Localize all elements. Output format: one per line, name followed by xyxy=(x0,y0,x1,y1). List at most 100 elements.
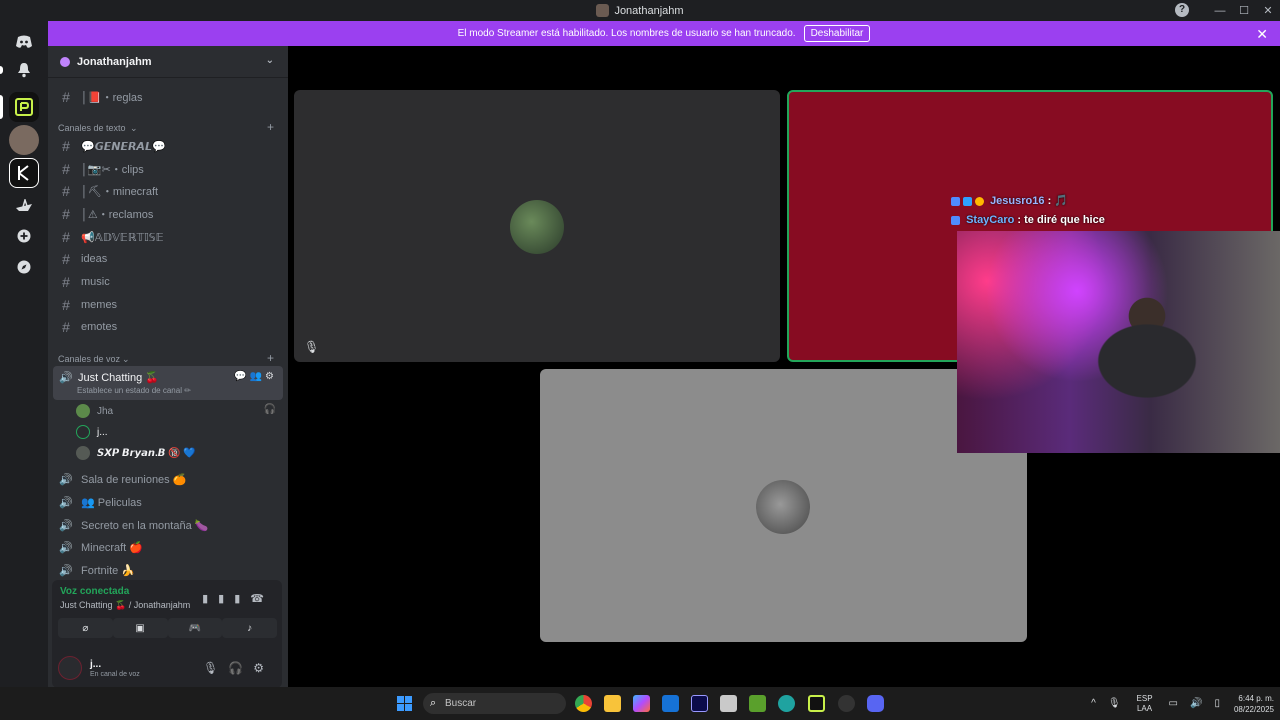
server-p-icon[interactable] xyxy=(808,695,825,712)
voice-channel-just-chatting[interactable]: 🔊 Just Chatting 🍒 Establece un estado de… xyxy=(53,366,283,400)
battery-icon[interactable]: ▯ xyxy=(1214,698,1220,709)
unread-pill xyxy=(0,66,3,74)
channel-sidebar: Jonathanjahm ⌄ # │📕・reglas Canales de te… xyxy=(48,46,288,688)
maximize-button[interactable]: ☐ xyxy=(1232,4,1256,17)
windows-start-icon[interactable] xyxy=(397,696,412,711)
server-p-icon[interactable] xyxy=(9,92,39,122)
server-ship-icon[interactable] xyxy=(9,191,39,221)
taskbar-search-input[interactable]: ⌕ Buscar xyxy=(423,693,566,714)
search-icon: ⌕ xyxy=(430,697,437,709)
file-explorer-icon[interactable] xyxy=(604,695,621,712)
activities-button[interactable]: 🎮 xyxy=(167,618,223,638)
chrome-icon[interactable] xyxy=(575,695,592,712)
channel-minecraft[interactable]: # │⛏・minecraft xyxy=(56,181,282,201)
app-icon[interactable] xyxy=(778,695,795,712)
voice-user[interactable]: j... xyxy=(76,423,108,441)
voice-category[interactable]: Canales de voz xyxy=(58,354,120,364)
voice-user[interactable]: Jha xyxy=(76,402,113,420)
volume-icon[interactable]: 🔊 xyxy=(1190,698,1202,709)
add-text-channel-icon[interactable]: + xyxy=(267,120,274,134)
channel-label: 💬𝙂𝙀𝙉𝙀𝙍𝘼𝙇💬 xyxy=(81,140,166,153)
chevron-down-icon[interactable]: ⌄ xyxy=(130,123,138,134)
help-icon[interactable]: ? xyxy=(1175,3,1189,17)
server-avatar-icon[interactable] xyxy=(9,125,39,155)
microphone-icon[interactable]: 🎙 xyxy=(203,661,228,675)
chat-username: Jesusro16 xyxy=(990,195,1045,207)
chevron-down-icon[interactable]: ⌄ xyxy=(266,55,274,66)
taskbar: ⌕ Buscar ^ 🎙 ESP LAA ▭ 🔊 ▯ 6:44 p. m. 08… xyxy=(0,687,1280,720)
channel-clips[interactable]: # │📷✂・clips xyxy=(56,159,282,179)
channel-status[interactable]: Establece un estado de canal ✏ xyxy=(77,386,191,395)
add-voice-channel-icon[interactable]: + xyxy=(267,351,274,365)
voice-user[interactable]: 𝙎𝙓𝙋 𝘽𝙧𝙮𝙖𝙣.𝘽 🔞 💙 xyxy=(76,444,196,462)
voice-channel-minecraft[interactable]: 🔊 Minecraft 🍎 xyxy=(56,537,282,557)
window-title: Jonathanjahm xyxy=(614,4,684,17)
voice-channel-secreto[interactable]: 🔊 Secreto en la montaña 🍆 xyxy=(56,515,282,535)
headphones-icon[interactable]: 🎧 xyxy=(228,661,253,675)
voice-panel-actions: ▮▮▮☎ xyxy=(202,592,274,605)
screen-share-button[interactable]: ▣ xyxy=(112,618,168,638)
premiere-icon[interactable] xyxy=(691,695,708,712)
notepad-icon[interactable] xyxy=(720,695,737,712)
server-rail xyxy=(0,21,48,687)
channel-reclamos[interactable]: # │⚠・reclamos xyxy=(56,204,282,224)
microphone-icon[interactable]: 🎙 xyxy=(1108,698,1121,709)
gear-icon[interactable]: ⚙ xyxy=(265,371,277,382)
soundboard-button[interactable]: ♪ xyxy=(222,618,277,638)
server-k-icon[interactable] xyxy=(9,158,39,188)
video-tile[interactable]: 🎙 xyxy=(294,90,780,362)
davinci-icon[interactable] xyxy=(838,695,855,712)
discord-icon[interactable] xyxy=(867,695,884,712)
channel-advertise[interactable]: # 📢𝔸𝔻𝕍𝔼ℝ𝕋𝕀𝕊𝔼 xyxy=(56,227,282,247)
discord-icon[interactable] xyxy=(9,27,39,57)
channel-reglas[interactable]: # │📕・reglas xyxy=(56,87,282,107)
chat-icon[interactable]: 💬 xyxy=(234,371,249,382)
close-button[interactable]: ✕ xyxy=(1256,4,1280,17)
voice-channel-fortnite[interactable]: 🔊 Fortnite 🍌 xyxy=(56,560,282,580)
speaker-icon: 🔊 xyxy=(59,473,73,486)
speaker-icon: 🔊 xyxy=(59,541,73,554)
chevron-down-icon[interactable]: ⌄ xyxy=(122,354,130,365)
avatar[interactable] xyxy=(58,656,82,680)
speaker-icon: 🔊 xyxy=(59,564,73,577)
screen-share-icon: ▣ xyxy=(135,622,145,634)
banner-close-icon[interactable]: ✕ xyxy=(1256,26,1268,43)
copilot-icon[interactable] xyxy=(633,695,650,712)
channel-general[interactable]: # 💬𝙂𝙀𝙉𝙀𝙍𝘼𝙇💬 xyxy=(56,136,282,156)
minimize-button[interactable]: — xyxy=(1208,5,1232,17)
gear-icon[interactable]: ⚙ xyxy=(253,661,274,675)
avatar xyxy=(756,480,810,534)
channel-label: │⚠・reclamos xyxy=(81,209,154,221)
channel-emotes[interactable]: # emotes xyxy=(56,317,282,337)
explore-icon[interactable] xyxy=(9,252,39,282)
channel-ideas[interactable]: # ideas xyxy=(56,249,282,269)
disable-streamer-mode-button[interactable]: Deshabilitar xyxy=(803,25,871,42)
voice-channel-peliculas[interactable]: 🔊 👥 Peliculas xyxy=(56,492,282,512)
clock[interactable]: 6:44 p. m. 08/22/2025 xyxy=(1234,693,1274,715)
voice-connected-title[interactable]: Voz conectada xyxy=(60,586,129,597)
video-tile[interactable] xyxy=(540,369,1027,642)
banner-text: El modo Streamer está habilitado. Los no… xyxy=(457,28,796,39)
add-server-icon[interactable] xyxy=(9,221,39,251)
bell-icon[interactable] xyxy=(9,55,39,85)
camera-off-button[interactable]: ⌀ xyxy=(58,618,113,638)
channel-music[interactable]: # music xyxy=(56,272,282,292)
minecraft-icon[interactable] xyxy=(749,695,766,712)
invite-icon[interactable]: 👥 xyxy=(250,371,265,382)
chevron-up-icon[interactable]: ^ xyxy=(1091,698,1096,709)
store-icon[interactable] xyxy=(662,695,679,712)
voice-connected-channel[interactable]: Just Chatting 🍒 / Jonathanjahm xyxy=(60,600,190,611)
discord-window: Jonathanjahm ? — ☐ ✕ El modo Streamer es… xyxy=(0,0,1280,688)
channel-label: Secreto en la montaña 🍆 xyxy=(81,519,209,532)
language-indicator[interactable]: ESP LAA xyxy=(1137,694,1153,714)
voice-user-name: 𝙎𝙓𝙋 𝘽𝙧𝙮𝙖𝙣.𝘽 🔞 💙 xyxy=(97,447,196,459)
user-name[interactable]: j... xyxy=(90,659,101,670)
text-category[interactable]: Canales de texto xyxy=(58,123,126,133)
guild-header[interactable]: Jonathanjahm ⌄ xyxy=(48,46,288,78)
channel-memes[interactable]: # memes xyxy=(56,295,282,315)
title-bar: Jonathanjahm ? — ☐ ✕ xyxy=(0,0,1280,21)
soundwave-icon[interactable]: ▮▮▮ xyxy=(202,593,250,605)
network-icon[interactable]: ▭ xyxy=(1169,698,1178,709)
voice-channel-sala[interactable]: 🔊 Sala de reuniones 🍊 xyxy=(56,469,282,489)
disconnect-icon[interactable]: ☎ xyxy=(250,593,274,605)
